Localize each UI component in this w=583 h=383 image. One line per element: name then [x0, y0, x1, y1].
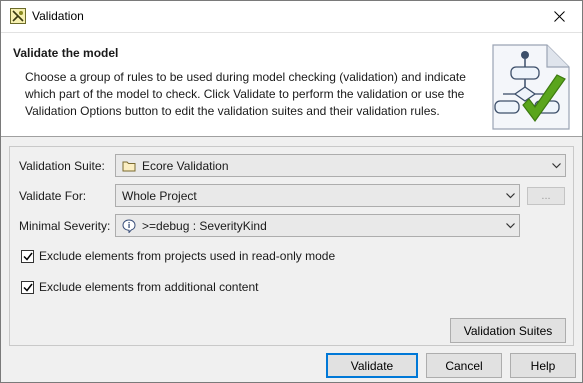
- close-button[interactable]: [536, 1, 582, 32]
- title-bar: Validation: [1, 1, 582, 32]
- chevron-down-icon: [501, 185, 519, 206]
- chevron-down-icon: [501, 215, 519, 236]
- cancel-button[interactable]: Cancel: [426, 353, 502, 378]
- chevron-down-icon: [547, 155, 565, 176]
- exclude-additional-checkbox[interactable]: Exclude elements from additional content: [21, 280, 258, 294]
- checkmark-icon: [22, 252, 33, 261]
- header-description: Choose a group of rules to be used durin…: [25, 70, 466, 118]
- validate-for-select[interactable]: Whole Project: [115, 184, 520, 207]
- validation-suite-value: Ecore Validation: [142, 158, 229, 173]
- window-title: Validation: [32, 9, 84, 23]
- validation-suite-select[interactable]: Ecore Validation: [115, 154, 566, 177]
- folder-icon: [122, 161, 136, 171]
- validate-for-value: Whole Project: [122, 188, 197, 203]
- header-title: Validate the model: [13, 46, 119, 60]
- help-button[interactable]: Help: [510, 353, 576, 378]
- validation-diagram-icon: [492, 44, 570, 130]
- minimal-severity-select[interactable]: >=debug : SeverityKind: [115, 214, 520, 237]
- checkbox-box[interactable]: [21, 280, 34, 294]
- minimal-severity-value: >=debug : SeverityKind: [142, 218, 267, 233]
- minimal-severity-label: Minimal Severity:: [19, 219, 111, 233]
- validation-suite-label: Validation Suite:: [19, 159, 105, 173]
- options-panel: Validation Suite: Ecore Validation Valid…: [9, 146, 574, 346]
- app-icon: [10, 8, 26, 24]
- validation-suites-button[interactable]: Validation Suites: [450, 318, 566, 343]
- info-icon: [122, 218, 136, 233]
- checkmark-icon: [22, 283, 33, 292]
- browse-scope-button[interactable]: ...: [527, 187, 565, 205]
- exclude-readonly-label: Exclude elements from projects used in r…: [39, 249, 336, 263]
- close-icon: [553, 11, 565, 22]
- exclude-additional-label: Exclude elements from additional content: [39, 280, 259, 294]
- checkbox-box[interactable]: [21, 249, 34, 263]
- validation-dialog: Validation Validate the model Choose a g…: [0, 0, 583, 383]
- header-banner: Validate the model Choose a group of rul…: [1, 32, 582, 137]
- validate-button[interactable]: Validate: [326, 353, 418, 378]
- exclude-readonly-checkbox[interactable]: Exclude elements from projects used in r…: [21, 249, 335, 263]
- validate-for-label: Validate For:: [19, 189, 87, 203]
